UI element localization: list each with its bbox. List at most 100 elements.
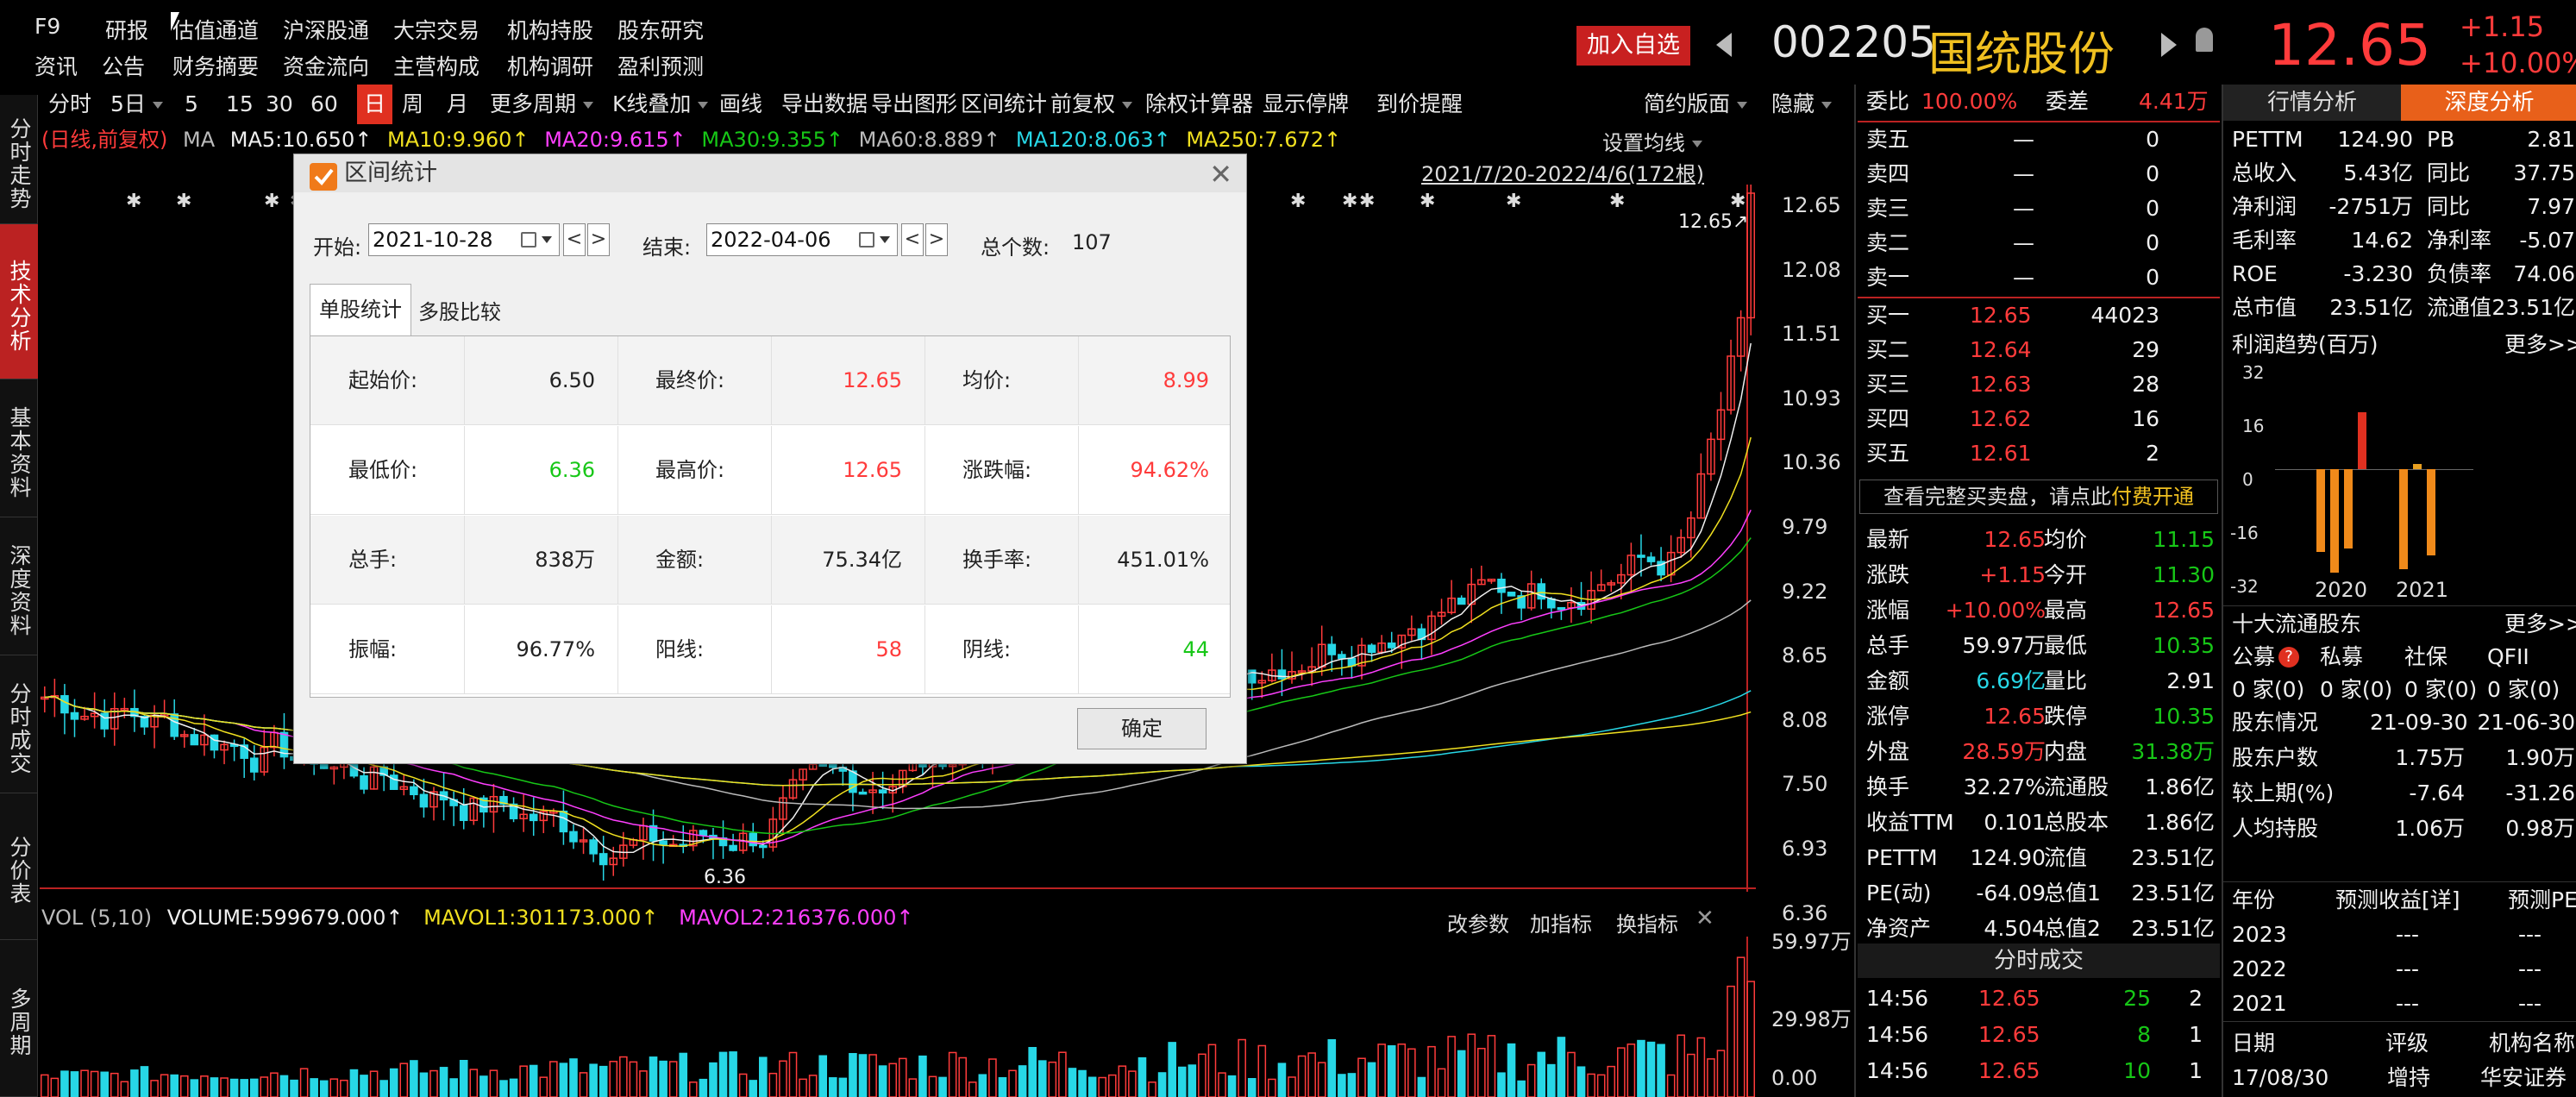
volume-bar — [1008, 1069, 1017, 1097]
leftnav-3[interactable]: 深度资料 — [0, 517, 38, 655]
volume-bar — [1397, 1043, 1407, 1097]
cell-divider — [1078, 516, 1079, 605]
add-indicator-button[interactable]: 加指标 — [1530, 907, 1592, 937]
menu2-0[interactable]: 资讯 — [34, 50, 78, 81]
dropdown-icon[interactable] — [542, 236, 552, 243]
menu2-6[interactable]: 盈利预测 — [617, 50, 704, 81]
toolbar-18[interactable]: 到价提醒 — [1376, 85, 1463, 124]
leftnav-1[interactable]: 技术分析 — [0, 224, 38, 379]
holder-info-v1: 21-09-30 — [2370, 710, 2468, 735]
cell-divider — [771, 426, 772, 515]
toolbar-10[interactable]: K线叠加 — [612, 85, 709, 124]
candle-body — [589, 839, 598, 855]
toolbar-12[interactable]: 导出数据 — [781, 85, 868, 124]
menu-3[interactable]: 沪深股通 — [283, 14, 369, 45]
event-marker: ✱ — [1342, 191, 1357, 212]
price-tick: 12.08 — [1782, 257, 1841, 282]
divider — [1858, 297, 2220, 298]
toolbar-1[interactable]: 5日 — [110, 85, 163, 124]
help-icon[interactable]: ? — [2278, 647, 2299, 668]
promo-link[interactable]: 付费开通 — [2111, 485, 2194, 509]
menu-0[interactable]: F9 — [34, 14, 60, 39]
toolbar-2[interactable]: 5 — [185, 85, 198, 124]
toolbar-13[interactable]: 导出图形 — [871, 85, 957, 124]
next-stock-icon[interactable] — [2161, 33, 2177, 57]
toolbar-0[interactable]: 分时 — [48, 85, 91, 124]
menu-6[interactable]: 股东研究 — [617, 14, 704, 45]
toolbar-9[interactable]: 更多周期 — [490, 85, 594, 124]
tab-deep-analysis[interactable]: 深度分析 — [2401, 85, 2576, 121]
close-dialog-icon[interactable]: ✕ — [1209, 158, 1232, 191]
toolbar-4[interactable]: 30 — [266, 85, 293, 124]
layout-select[interactable]: 简约版面 — [1644, 85, 1748, 124]
toolbar-16[interactable]: 除权计算器 — [1145, 85, 1253, 124]
menu2-5[interactable]: 机构调研 — [507, 50, 593, 81]
menu-2[interactable]: 估值通道 — [172, 14, 259, 45]
volume-bar — [1417, 1076, 1426, 1097]
volume-bar — [399, 1063, 409, 1097]
pin-icon[interactable] — [2196, 28, 2213, 52]
candle-body — [749, 832, 758, 847]
event-marker: ✱ — [1290, 191, 1306, 212]
toolbar-8[interactable]: 月 — [447, 85, 468, 124]
tab-multi-compare[interactable]: 多股比较 — [413, 289, 506, 335]
end-next-button[interactable]: > — [925, 223, 948, 256]
start-prev-button[interactable]: < — [563, 223, 586, 256]
toolbar-11[interactable]: 画线 — [719, 85, 762, 124]
leftnav-5[interactable]: 分价表 — [0, 793, 38, 940]
menu-1[interactable]: 研报 — [105, 14, 148, 45]
switch-indicator-button[interactable]: 换指标 — [1616, 907, 1678, 937]
tab-quote-analysis[interactable]: 行情分析 — [2223, 85, 2401, 121]
leftnav-6[interactable]: 多周期 — [0, 940, 38, 1097]
volume-chart[interactable] — [40, 937, 1764, 1097]
candle-body — [410, 786, 418, 796]
close-volume-icon[interactable]: ✕ — [1695, 906, 1714, 931]
leftnav-0[interactable]: 分时走势 — [0, 95, 38, 224]
toolbar-6[interactable]: 日 — [357, 85, 393, 124]
menu2-2[interactable]: 财务摘要 — [172, 50, 259, 81]
menu2-3[interactable]: 资金流向 — [283, 50, 369, 81]
volume-bar — [1507, 1043, 1516, 1097]
leftnav-4[interactable]: 分时成交 — [0, 655, 38, 793]
bid-label: 买二 — [1866, 337, 1910, 362]
volume-bar — [1218, 1072, 1226, 1097]
toolbar-15[interactable]: 前复权 — [1050, 85, 1133, 124]
add-watchlist-button[interactable]: 加入自选 — [1576, 26, 1690, 66]
volume-bar — [799, 1078, 807, 1097]
price-tick: 10.36 — [1782, 450, 1841, 475]
start-date-input[interactable]: 2021-10-28 — [368, 223, 560, 256]
prev-stock-icon[interactable] — [1716, 33, 1732, 57]
change-param-button[interactable]: 改参数 — [1447, 907, 1509, 937]
holders-more-link[interactable]: 更多>> — [2504, 607, 2576, 642]
toolbar-5[interactable]: 60 — [310, 85, 338, 124]
calendar-icon[interactable] — [521, 232, 536, 248]
volume-bar — [299, 1068, 309, 1097]
menu2-1[interactable]: 公告 — [102, 50, 145, 81]
volume-bar — [70, 1071, 79, 1097]
toolbar-3[interactable]: 15 — [226, 85, 254, 124]
end-prev-button[interactable]: < — [901, 223, 924, 256]
dropdown-icon[interactable] — [880, 236, 890, 243]
menu-4[interactable]: 大宗交易 — [393, 14, 479, 45]
profit-axis-tick: -16 — [2230, 523, 2259, 543]
ok-button[interactable]: 确定 — [1077, 708, 1207, 749]
full-orderbook-promo[interactable]: 查看完整买卖盘，请点此付费开通 — [1859, 480, 2218, 514]
menu2-4[interactable]: 主营构成 — [393, 50, 479, 81]
end-date-input[interactable]: 2022-04-06 — [706, 223, 898, 256]
hide-button[interactable]: 隐藏 — [1771, 85, 1833, 124]
start-next-button[interactable]: > — [587, 223, 610, 256]
dialog-title: 区间统计 — [294, 154, 1246, 192]
menu-5[interactable]: 机构持股 — [507, 14, 593, 45]
volume-bar — [1357, 1057, 1366, 1097]
toolbar-14[interactable]: 区间统计 — [961, 85, 1047, 124]
calendar-icon[interactable] — [859, 232, 874, 248]
holder-info-label: 股东户数 — [2232, 745, 2319, 770]
tab-single-stock[interactable]: 单股统计 — [310, 284, 411, 335]
leftnav-2[interactable]: 基本资料 — [0, 379, 38, 517]
toolbar-7[interactable]: 周 — [402, 85, 423, 124]
ma30-value: MA30:9.355↑ — [701, 128, 843, 152]
profit-more-link[interactable]: 更多>> — [2504, 328, 2576, 362]
volume-bar — [1128, 1070, 1137, 1097]
set-ma-button[interactable]: 设置均线 — [1602, 126, 1702, 156]
toolbar-17[interactable]: 显示停牌 — [1263, 85, 1349, 124]
